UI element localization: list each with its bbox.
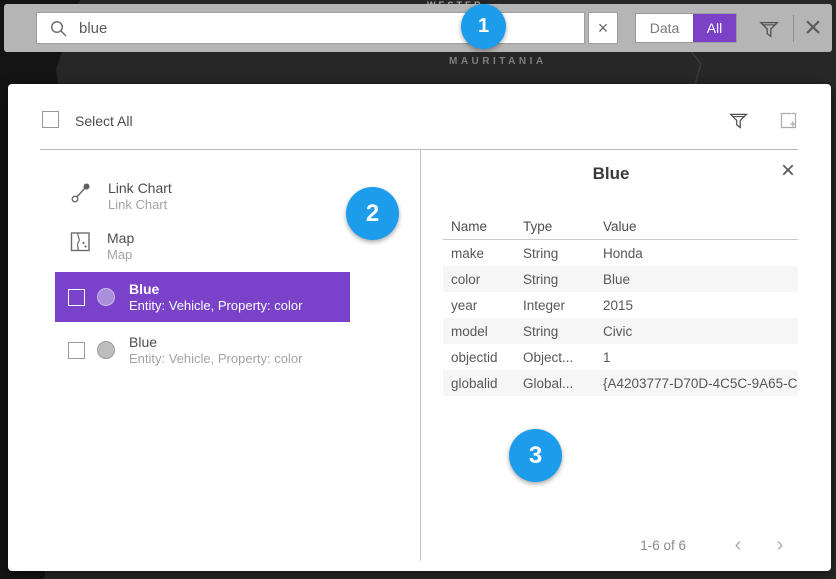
select-all-checkbox[interactable]	[42, 111, 59, 128]
panel-column-divider	[420, 150, 421, 561]
result-item-blue[interactable]: Blue Entity: Vehicle, Property: color	[55, 325, 350, 375]
toolbar-filter-button[interactable]	[757, 17, 781, 41]
close-icon: ×	[804, 11, 822, 45]
toolbar-divider	[793, 15, 794, 42]
callout-badge-3: 3	[509, 429, 562, 482]
header-name: Name	[443, 219, 523, 234]
result-title: Blue	[129, 281, 302, 298]
search-toolbar: × Data All ×	[4, 4, 832, 52]
select-all-label: Select All	[75, 113, 133, 129]
pagination: 1-6 of 6 ‹ ›	[443, 534, 788, 556]
pagination-next-icon[interactable]: ›	[772, 536, 788, 554]
table-row: objectid Object... 1	[443, 344, 798, 370]
pagination-prev-icon[interactable]: ‹	[730, 536, 746, 554]
result-item-blue-selected[interactable]: Blue Entity: Vehicle, Property: color	[55, 272, 350, 322]
result-subtitle: Link Chart	[108, 197, 172, 213]
table-header-row: Name Type Value	[443, 214, 798, 240]
result-checkbox[interactable]	[68, 342, 85, 359]
mode-data-option[interactable]: Data	[636, 14, 693, 42]
table-row: year Integer 2015	[443, 292, 798, 318]
clear-search-button[interactable]: ×	[588, 12, 618, 44]
result-subtitle: Entity: Vehicle, Property: color	[129, 351, 302, 367]
detail-close-button[interactable]: ×	[775, 158, 801, 184]
app-screen: WESTER MAURITANIA × Data All	[0, 0, 836, 579]
result-title: Link Chart	[108, 180, 172, 197]
search-results-panel: Select All Link Char	[8, 84, 831, 571]
link-chart-icon	[70, 180, 92, 204]
table-row: globalid Global... {A4203777-D70D-4C5C-9…	[443, 370, 798, 396]
detail-title: Blue	[443, 164, 779, 184]
map-icon	[70, 230, 91, 253]
search-mode-toggle: Data All	[635, 13, 737, 43]
clear-icon: ×	[598, 18, 609, 39]
result-subtitle: Map	[107, 247, 134, 263]
map-label-mauritania: MAURITANIA	[449, 56, 547, 67]
result-checkbox[interactable]	[68, 289, 85, 306]
callout-badge-2: 2	[346, 187, 399, 240]
callout-badge-1: 1	[461, 4, 506, 49]
mode-all-option[interactable]: All	[693, 14, 736, 42]
panel-header-divider	[40, 149, 798, 150]
header-value: Value	[603, 219, 798, 234]
attribute-table: Name Type Value make String Honda color …	[443, 214, 798, 396]
filter-funnel-icon	[758, 18, 780, 40]
table-row: model String Civic	[443, 318, 798, 344]
result-title: Map	[107, 230, 134, 247]
filter-funnel-icon	[728, 110, 749, 131]
add-box-icon	[778, 110, 799, 131]
toolbar-close-button[interactable]: ×	[797, 12, 829, 44]
table-row: color String Blue	[443, 266, 798, 292]
header-type: Type	[523, 219, 603, 234]
table-row: make String Honda	[443, 240, 798, 266]
search-icon	[50, 20, 67, 37]
result-item-map[interactable]: Map Map	[70, 230, 134, 263]
result-item-link-chart[interactable]: Link Chart Link Chart	[70, 180, 172, 213]
result-subtitle: Entity: Vehicle, Property: color	[129, 298, 302, 314]
results-filter-button[interactable]	[726, 108, 750, 132]
result-title: Blue	[129, 334, 302, 351]
pagination-label: 1-6 of 6	[640, 538, 686, 553]
entity-circle-icon	[97, 288, 115, 306]
add-to-selection-button[interactable]	[776, 108, 800, 132]
close-icon: ×	[781, 157, 795, 185]
entity-circle-icon	[97, 341, 115, 359]
search-input[interactable]	[79, 14, 584, 42]
